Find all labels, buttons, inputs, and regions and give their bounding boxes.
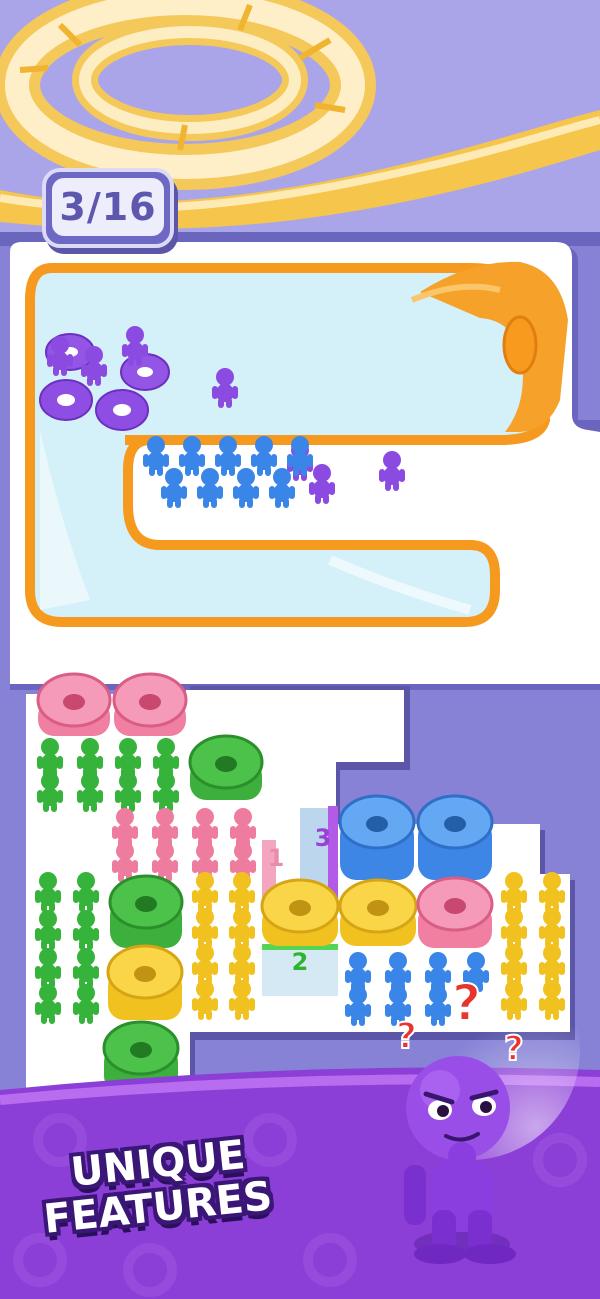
queue-label-1: 1	[268, 844, 285, 872]
svg-text:?: ?	[452, 974, 481, 1032]
promo-title: UNIQUE FEATURES	[38, 1132, 278, 1243]
pink-tube-stack-right	[416, 876, 494, 948]
level-counter: 3/16	[42, 168, 178, 254]
yellow-tube-stack-left	[106, 944, 184, 1020]
level-counter-text: 3/16	[59, 185, 157, 229]
lane-3[interactable]	[328, 806, 338, 900]
svg-text:?: ?	[396, 1016, 417, 1057]
green-tube-stack-top	[188, 734, 264, 800]
green-tube-stack-mid	[108, 874, 184, 948]
queue-label-2: 2	[292, 948, 309, 976]
queue-label-3: 3	[315, 824, 332, 852]
svg-text:?: ?	[504, 1029, 524, 1069]
